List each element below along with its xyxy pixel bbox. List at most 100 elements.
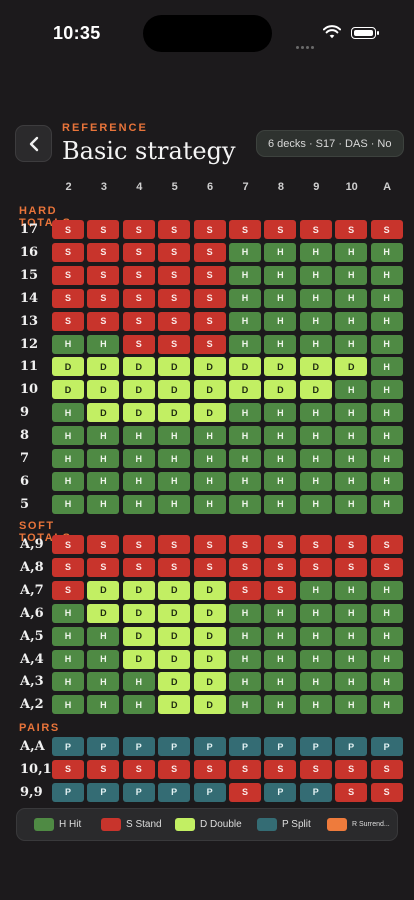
strategy-cell[interactable]: H [52,626,84,646]
strategy-cell[interactable]: S [229,782,261,802]
strategy-cell[interactable]: S [264,220,297,239]
strategy-cell[interactable]: S [370,535,403,554]
strategy-cell[interactable]: D [87,380,120,400]
strategy-cell[interactable]: H [370,288,403,308]
strategy-cell[interactable]: S [229,580,261,600]
strategy-cell[interactable]: P [299,737,332,756]
strategy-cell[interactable]: H [335,471,368,491]
strategy-cell[interactable]: D [122,649,155,669]
strategy-cell[interactable]: H [370,357,403,377]
strategy-cell[interactable]: S [193,220,226,239]
strategy-cell[interactable]: D [193,357,226,377]
strategy-cell[interactable]: D [193,603,226,623]
strategy-cell[interactable]: D [193,580,226,600]
strategy-cell[interactable]: D [122,626,155,646]
strategy-cell[interactable]: H [335,288,368,308]
strategy-cell[interactable]: D [264,380,297,400]
strategy-cell[interactable]: H [52,334,84,354]
strategy-cell[interactable]: H [370,334,403,354]
strategy-cell[interactable]: H [299,242,332,262]
strategy-cell[interactable]: H [299,672,332,692]
strategy-cell[interactable]: H [52,649,84,669]
strategy-cell[interactable]: H [335,603,368,623]
strategy-cell[interactable]: H [264,494,297,514]
strategy-cell[interactable]: D [158,380,191,400]
strategy-cell[interactable]: D [122,357,155,377]
strategy-cell[interactable]: P [229,737,261,756]
strategy-cell[interactable]: H [229,288,261,308]
strategy-cell[interactable]: S [158,311,191,331]
strategy-cell[interactable]: H [122,449,155,468]
strategy-cell[interactable]: S [193,557,226,577]
strategy-cell[interactable]: H [264,649,297,669]
strategy-cell[interactable]: D [193,649,226,669]
strategy-cell[interactable]: D [264,357,297,377]
strategy-cell[interactable]: H [335,426,368,446]
strategy-cell[interactable]: S [122,220,155,239]
strategy-cell[interactable]: S [229,759,261,779]
strategy-cell[interactable]: S [158,242,191,262]
strategy-cell[interactable]: H [264,603,297,623]
strategy-cell[interactable]: H [52,449,84,468]
strategy-cell[interactable]: P [87,737,120,756]
strategy-cell[interactable]: H [158,494,191,514]
strategy-cell[interactable]: D [193,672,226,692]
strategy-cell[interactable]: D [229,380,261,400]
strategy-cell[interactable]: H [335,626,368,646]
strategy-cell[interactable]: S [264,580,297,600]
strategy-cell[interactable]: H [229,695,261,715]
strategy-cell[interactable]: H [299,471,332,491]
strategy-cell[interactable]: H [335,494,368,514]
strategy-cell[interactable]: H [264,288,297,308]
strategy-cell[interactable]: S [299,535,332,554]
strategy-cell[interactable]: H [299,626,332,646]
strategy-cell[interactable]: H [52,471,84,491]
strategy-cell[interactable]: S [158,557,191,577]
strategy-cell[interactable]: H [87,695,120,715]
strategy-cell[interactable]: S [122,535,155,554]
strategy-cell[interactable]: D [193,403,226,423]
strategy-cell[interactable]: H [122,471,155,491]
strategy-cell[interactable]: H [52,695,84,715]
strategy-cell[interactable]: P [122,737,155,756]
strategy-cell[interactable]: H [264,334,297,354]
strategy-cell[interactable]: D [87,603,120,623]
strategy-cell[interactable]: H [229,334,261,354]
rules-config-chip[interactable]: 6 decks · S17 · DAS · No [256,130,404,157]
strategy-cell[interactable]: D [158,672,191,692]
strategy-cell[interactable]: S [193,242,226,262]
strategy-cell[interactable]: D [122,380,155,400]
strategy-cell[interactable]: H [52,494,84,514]
legend-item[interactable]: P Split [257,818,311,831]
strategy-cell[interactable]: H [370,449,403,468]
strategy-cell[interactable]: H [299,695,332,715]
strategy-cell[interactable]: P [193,737,226,756]
strategy-cell[interactable]: H [264,242,297,262]
strategy-cell[interactable]: P [264,782,297,802]
strategy-cell[interactable]: H [229,603,261,623]
strategy-cell[interactable]: H [229,311,261,331]
strategy-cell[interactable]: H [335,380,368,400]
strategy-cell[interactable]: S [52,535,84,554]
strategy-cell[interactable]: S [87,535,120,554]
strategy-cell[interactable]: H [264,626,297,646]
legend-item[interactable]: D Double [175,818,242,831]
strategy-cell[interactable]: S [122,311,155,331]
legend-item[interactable]: H Hit [34,818,81,831]
strategy-cell[interactable]: H [229,494,261,514]
strategy-cell[interactable]: H [229,649,261,669]
strategy-cell[interactable]: H [370,580,403,600]
strategy-cell[interactable]: D [158,357,191,377]
strategy-cell[interactable]: H [87,334,120,354]
strategy-cell[interactable]: S [122,288,155,308]
strategy-cell[interactable]: D [52,357,84,377]
strategy-cell[interactable]: H [264,265,297,285]
strategy-cell[interactable]: H [370,265,403,285]
strategy-cell[interactable]: D [193,380,226,400]
strategy-cell[interactable]: H [52,603,84,623]
strategy-cell[interactable]: H [264,426,297,446]
strategy-cell[interactable]: S [193,311,226,331]
strategy-cell[interactable]: P [335,737,368,756]
strategy-cell[interactable]: H [87,649,120,669]
strategy-cell[interactable]: S [193,535,226,554]
